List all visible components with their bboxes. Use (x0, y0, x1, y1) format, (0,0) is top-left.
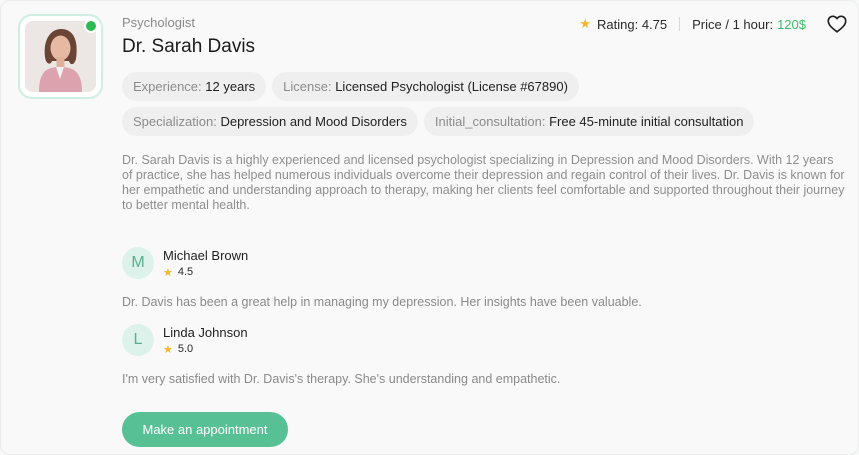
star-icon: ★ (163, 343, 173, 356)
make-appointment-button[interactable]: Make an appointment (122, 412, 288, 447)
reviewer-avatar: M (122, 247, 154, 279)
review-rating: 5.0 (177, 343, 194, 355)
star-icon: ★ (163, 266, 173, 279)
reviewer-name: Linda Johnson (163, 324, 248, 340)
chip-specialization: Specialization: Depression and Mood Diso… (122, 107, 418, 136)
chip-key: Initial_consultation: (434, 114, 546, 129)
chip-value: Licensed Psychologist (License #67890) (335, 79, 568, 94)
chip-value: Depression and Mood Disorders (220, 114, 407, 129)
chip-key: License: (283, 79, 332, 94)
price-label: Price / 1 hour: (692, 16, 774, 32)
review-rating: 4.5 (177, 266, 194, 278)
avatar[interactable] (25, 21, 96, 92)
reviewer-avatar: L (122, 324, 154, 356)
review-item: M Michael Brown ★ 4.5 Dr. Davis has been … (122, 247, 842, 309)
profession-label: Psychologist (122, 15, 195, 30)
rating-price-bar: ★ Rating: 4.75 Price / 1 hour: 120$ (579, 13, 848, 35)
reviewer-name: Michael Brown (163, 247, 249, 263)
chip-initial-consultation: Initial_consultation: Free 45-minute ini… (423, 107, 755, 136)
chip-license: License: Licensed Psychologist (License … (272, 72, 579, 101)
price-value: 120$ (777, 16, 806, 32)
chip-key: Experience: (133, 79, 202, 94)
star-icon: ★ (579, 16, 591, 31)
bio-text: Dr. Sarah Davis is a highly experienced … (122, 153, 845, 212)
chip-key: Specialization: (133, 114, 217, 129)
psychologist-name: Dr. Sarah Davis (122, 36, 256, 57)
review-item: L Linda Johnson ★ 5.0 I'm very satisfied … (122, 324, 842, 386)
divider (679, 17, 681, 31)
review-text: Dr. Davis has been a great help in manag… (122, 295, 642, 309)
chip-value: 12 years (205, 79, 256, 94)
chip-value: Free 45-minute initial consultation (549, 114, 744, 129)
heart-icon[interactable] (826, 13, 848, 35)
rating-label: Rating: (597, 16, 639, 32)
review-text: I'm very satisfied with Dr. Davis's ther… (122, 372, 561, 386)
psychologist-card: Psychologist Dr. Sarah Davis ★ Rating: 4… (0, 0, 859, 455)
avatar-frame (18, 14, 103, 99)
rating-value: 4.75 (641, 16, 668, 32)
online-status-dot (84, 19, 98, 33)
details-chips: Experience: 12 years License: Licensed P… (122, 72, 842, 142)
chip-experience: Experience: 12 years (122, 72, 267, 101)
